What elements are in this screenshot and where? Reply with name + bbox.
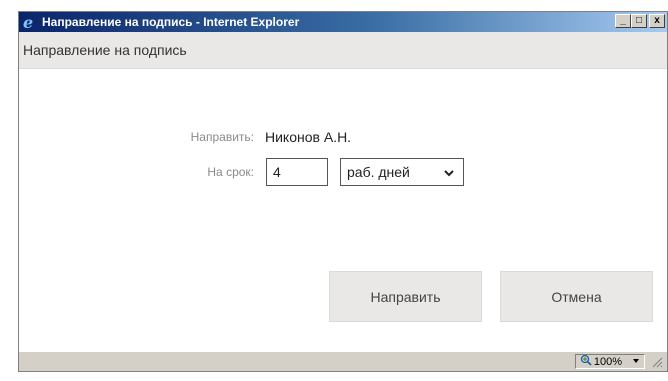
window-controls: _ □ x [615, 14, 665, 28]
dialog-title: Направление на подпись [23, 42, 187, 58]
zoom-control: 100% [574, 353, 663, 370]
term-label: На срок: [207, 165, 254, 179]
window-frame: e Направление на подпись - Internet Expl… [18, 11, 668, 372]
recipient-value: Никонов А.Н. [265, 129, 352, 145]
term-input[interactable]: 4 [266, 158, 328, 186]
term-unit-select[interactable]: раб. дней [340, 158, 464, 186]
close-button[interactable]: x [649, 14, 665, 28]
resize-grip-icon[interactable] [651, 356, 663, 368]
svg-text:e: e [23, 14, 33, 30]
caret-down-icon[interactable] [632, 356, 640, 368]
chevron-down-icon [443, 166, 455, 182]
term-unit-value: раб. дней [347, 164, 410, 180]
status-bar: 100% [19, 351, 667, 371]
zoom-magnifier-icon [580, 354, 592, 369]
browser-window: e Направление на подпись - Internet Expl… [0, 0, 668, 381]
cancel-button[interactable]: Отмена [500, 271, 653, 322]
term-input-value: 4 [273, 164, 281, 180]
minimize-button[interactable]: _ [615, 14, 631, 28]
page-content: Направление на подпись Направить: Никоно… [19, 32, 667, 352]
title-bar[interactable]: e Направление на подпись - Internet Expl… [19, 12, 667, 32]
maximize-button[interactable]: □ [631, 14, 647, 28]
zoom-button[interactable]: 100% [574, 354, 645, 369]
zoom-level: 100% [593, 355, 622, 368]
window-title: Направление на подпись - Internet Explor… [42, 15, 300, 29]
recipient-label: Направить: [190, 130, 254, 144]
internet-explorer-icon: e [22, 14, 38, 30]
submit-button[interactable]: Направить [329, 271, 482, 322]
dialog-header: Направление на подпись [19, 32, 667, 69]
